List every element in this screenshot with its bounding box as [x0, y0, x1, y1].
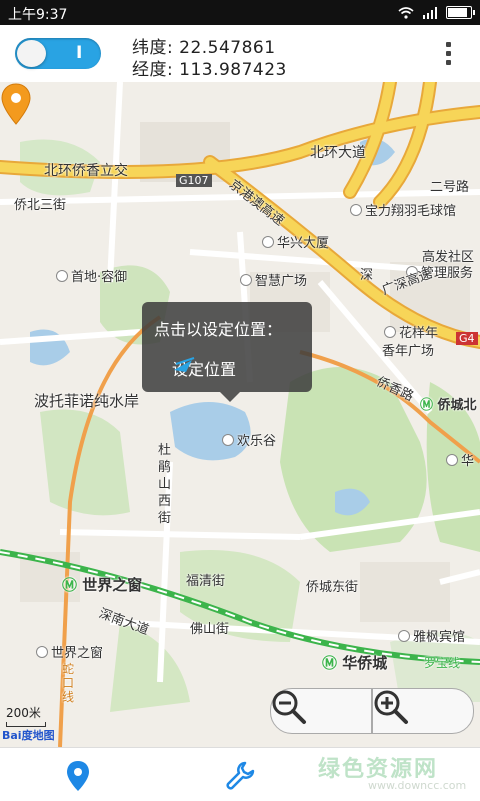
poi-icon	[350, 204, 362, 216]
zoom-out-icon	[272, 690, 306, 724]
navigate-icon	[174, 357, 195, 372]
status-icons	[398, 6, 475, 19]
tab-location[interactable]	[58, 756, 98, 796]
poi-label: 宝力翔羽毛球馆	[350, 200, 456, 219]
poi-label: 世界之窗	[36, 642, 103, 661]
road-label: 深	[360, 268, 374, 283]
road-label: 侨北三街	[14, 198, 67, 213]
poi-icon	[398, 630, 410, 642]
bottom-nav: 绿色资源网 www.downcc.com	[0, 747, 480, 801]
road-label: 北环侨香立交	[44, 163, 128, 179]
signal-icon	[423, 6, 437, 19]
zoom-in-button[interactable]	[372, 688, 474, 734]
longitude-readout: 经度: 113.987423	[132, 60, 287, 80]
poi-icon	[240, 274, 252, 286]
road-label: 侨城东街	[306, 580, 359, 595]
status-bar: 上午9:37	[0, 0, 480, 25]
watermark-url: www.downcc.com	[368, 779, 467, 792]
top-bar: I 纬度: 22.547861 经度: 113.987423	[0, 25, 480, 83]
metro-station-label: Ⓜ 华侨城	[322, 654, 388, 672]
scale-label: 200米	[6, 706, 41, 720]
metro-station-label: Ⓜ 世界之窗	[62, 576, 143, 594]
poi-label: 华兴大厦	[262, 232, 329, 251]
highway-badge: G107	[176, 174, 212, 187]
tab-tools[interactable]	[220, 756, 260, 796]
poi-icon	[262, 236, 274, 248]
status-time: 上午9:37	[8, 7, 68, 23]
wifi-icon	[398, 6, 414, 19]
poi-icon	[56, 270, 68, 282]
metro-icon: Ⓜ	[62, 576, 78, 594]
road-label: 福清街	[186, 574, 226, 589]
poi-icon	[384, 326, 396, 338]
watermark: 绿色资源网 www.downcc.com	[318, 751, 466, 792]
poi-label: 香年广场	[382, 344, 435, 359]
set-location-button[interactable]: 设定位置	[172, 356, 236, 380]
road-label: 北环大道	[310, 145, 366, 161]
metro-icon: Ⓜ	[420, 398, 434, 413]
set-location-popup[interactable]: 点击以设定位置： 设定位置	[142, 302, 312, 402]
poi-icon	[36, 646, 48, 658]
poi-label: 智慧广场	[240, 270, 307, 289]
zoom-out-button[interactable]	[270, 688, 372, 734]
location-icon	[67, 761, 89, 791]
metro-line-label: 蛇口线	[62, 662, 75, 704]
poi-icon	[446, 454, 458, 466]
poi-label: 华	[446, 450, 474, 469]
location-pin-icon[interactable]	[0, 82, 32, 126]
poi-label: 花样年	[384, 322, 438, 341]
road-label: 佛山街	[190, 622, 230, 637]
poi-label: 首地·容御	[56, 266, 127, 285]
wrench-icon	[226, 761, 255, 790]
poi-label: 波托菲诺纯水岸	[34, 392, 140, 410]
overflow-menu-icon[interactable]	[446, 42, 454, 65]
map-brand-logo: Bai度地图	[2, 729, 55, 742]
zoom-in-icon	[374, 690, 408, 724]
metro-station-label: Ⓜ 侨城北	[420, 398, 477, 413]
poi-label: 欢乐谷	[222, 430, 276, 449]
road-label: 杜鹃山西街	[158, 443, 172, 526]
map-view[interactable]: 北环侨香立交 北环大道 G107 京港澳高速 二号路 宝力翔羽毛球馆 侨北三街 …	[0, 82, 480, 747]
poi-icon	[222, 434, 234, 446]
poi-label: 雅枫宾馆	[398, 626, 465, 645]
highway-badge: G4	[456, 332, 478, 345]
road-label: 二号路	[430, 180, 470, 195]
toggle-knob	[17, 40, 46, 67]
metro-icon: Ⓜ	[322, 654, 338, 672]
map-scale: 200米	[6, 704, 46, 727]
battery-icon	[446, 6, 475, 19]
metro-line-label: 罗宝线	[424, 656, 461, 670]
toggle-on-mark: I	[76, 43, 83, 63]
popup-prompt: 点击以设定位置：	[154, 320, 283, 339]
location-toggle[interactable]: I	[15, 38, 101, 69]
